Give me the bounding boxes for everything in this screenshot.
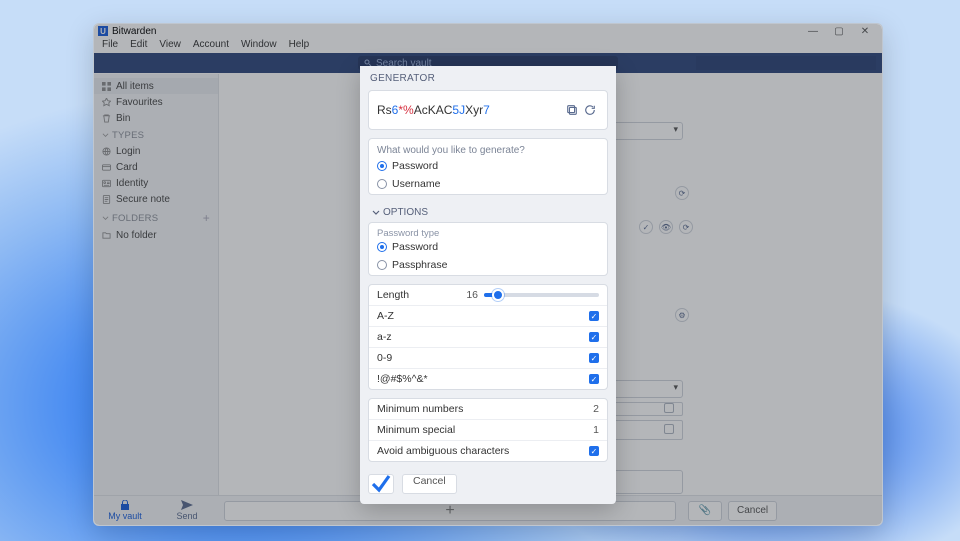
confirm-button[interactable] — [368, 474, 394, 494]
radio-gen-username[interactable]: Username — [369, 176, 607, 194]
password-type-label: Password type — [369, 223, 607, 239]
modal-cancel-button[interactable]: Cancel — [402, 474, 457, 494]
refresh-icon — [584, 104, 596, 116]
generate-question: What would you like to generate? — [369, 139, 607, 158]
generated-password: Rs6*%AcKAC5JXyr7 — [377, 103, 563, 117]
radio-icon — [377, 242, 387, 252]
avoid-ambiguous-row[interactable]: Avoid ambiguous characters✓ — [369, 440, 607, 461]
chevron-down-icon — [372, 209, 380, 217]
modal-title: GENERATOR — [360, 66, 616, 90]
regenerate-button[interactable] — [581, 101, 599, 119]
checkbox-icon: ✓ — [589, 311, 599, 321]
length-value: 16 — [466, 289, 478, 301]
check-icon — [369, 472, 393, 496]
az-upper-row[interactable]: A-Z✓ — [369, 305, 607, 326]
min-special-row: Minimum special1 — [369, 419, 607, 440]
options-toggle[interactable]: OPTIONS — [368, 203, 608, 222]
checkbox-icon: ✓ — [589, 332, 599, 342]
length-slider[interactable] — [484, 293, 599, 297]
checkbox-icon: ✓ — [589, 446, 599, 456]
checkbox-icon: ✓ — [589, 374, 599, 384]
copy-button[interactable] — [563, 101, 581, 119]
digits-row[interactable]: 0-9✓ — [369, 347, 607, 368]
radio-gen-password[interactable]: Password — [369, 158, 607, 176]
copy-icon — [566, 104, 578, 116]
checkbox-icon: ✓ — [589, 353, 599, 363]
symbols-row[interactable]: !@#$%^&*✓ — [369, 368, 607, 389]
app-window: U Bitwarden — ▢ ✕ File Edit View Account… — [93, 23, 883, 526]
radio-type-password[interactable]: Password — [369, 239, 607, 257]
az-lower-row[interactable]: a-z✓ — [369, 326, 607, 347]
length-row: Length 16 — [369, 285, 607, 305]
radio-icon — [377, 179, 387, 189]
radio-type-passphrase[interactable]: Passphrase — [369, 257, 607, 275]
radio-icon — [377, 260, 387, 270]
min-numbers-row: Minimum numbers2 — [369, 399, 607, 419]
radio-icon — [377, 161, 387, 171]
generator-modal: GENERATOR Rs6*%AcKAC5JXyr7 What would yo… — [360, 66, 616, 504]
